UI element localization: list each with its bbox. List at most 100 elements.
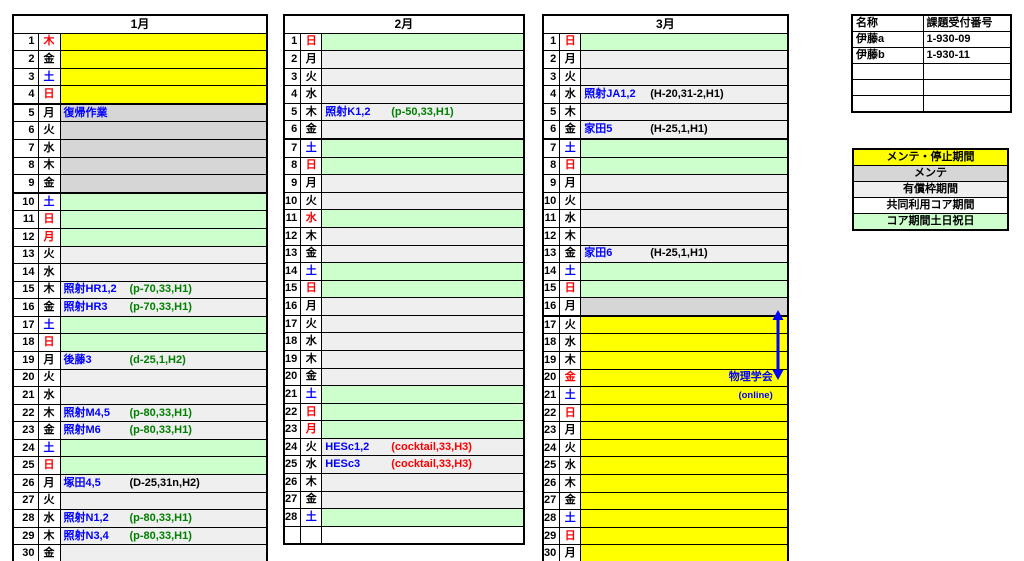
entry-cell[interactable] <box>322 86 524 104</box>
entry-cell[interactable] <box>581 510 788 528</box>
entry-cell[interactable] <box>581 68 788 86</box>
day-number-cell[interactable]: 26 <box>284 474 301 492</box>
entry-cell[interactable] <box>322 210 524 228</box>
day-number-cell[interactable]: 4 <box>543 86 560 104</box>
weekday-cell[interactable]: 木 <box>38 157 60 175</box>
weekday-cell[interactable]: 木 <box>301 474 322 492</box>
entry-cell[interactable]: HESc1,2(cocktail,33,H3) <box>322 438 524 456</box>
entry-cell[interactable] <box>581 404 788 422</box>
day-number-cell[interactable]: 14 <box>13 264 38 282</box>
day-number-cell[interactable]: 29 <box>543 527 560 545</box>
entry-cell[interactable] <box>60 68 267 86</box>
day-number-cell[interactable]: 3 <box>543 68 560 86</box>
weekday-cell[interactable]: 月 <box>38 104 60 122</box>
day-number-cell[interactable] <box>284 526 301 544</box>
day-number-cell[interactable]: 27 <box>543 492 560 510</box>
day-number-cell[interactable]: 5 <box>13 104 38 122</box>
weekday-cell[interactable]: 金 <box>301 491 322 509</box>
info-number-cell[interactable] <box>923 96 1011 113</box>
day-number-cell[interactable]: 18 <box>13 334 38 352</box>
weekday-cell[interactable]: 土 <box>38 439 60 457</box>
day-number-cell[interactable]: 22 <box>13 404 38 422</box>
entry-cell[interactable] <box>60 334 267 352</box>
weekday-cell[interactable]: 金 <box>301 368 322 386</box>
weekday-cell[interactable]: 水 <box>301 210 322 228</box>
entry-cell[interactable]: 照射HR1,2(p-70,33,H1) <box>60 281 267 299</box>
weekday-cell[interactable]: 月 <box>38 228 60 246</box>
weekday-cell[interactable]: 月 <box>560 422 581 440</box>
entry-cell[interactable] <box>60 228 267 246</box>
entry-cell[interactable] <box>322 139 524 157</box>
day-number-cell[interactable]: 17 <box>284 315 301 333</box>
day-number-cell[interactable]: 25 <box>284 456 301 474</box>
entry-cell[interactable] <box>60 86 267 104</box>
entry-cell[interactable] <box>581 227 788 245</box>
day-number-cell[interactable]: 27 <box>13 492 38 510</box>
entry-cell[interactable] <box>322 263 524 281</box>
weekday-cell[interactable]: 水 <box>301 456 322 474</box>
weekday-cell[interactable]: 日 <box>38 457 60 475</box>
weekday-cell[interactable]: 日 <box>301 157 322 175</box>
weekday-cell[interactable]: 木 <box>301 103 322 121</box>
entry-cell[interactable] <box>322 403 524 421</box>
day-number-cell[interactable]: 2 <box>284 51 301 69</box>
day-number-cell[interactable]: 23 <box>13 422 38 440</box>
weekday-cell[interactable]: 日 <box>38 334 60 352</box>
day-number-cell[interactable]: 16 <box>543 298 560 316</box>
day-number-cell[interactable]: 27 <box>284 491 301 509</box>
day-number-cell[interactable]: 18 <box>284 333 301 351</box>
info-number-cell[interactable]: 1-930-11 <box>923 48 1011 64</box>
day-number-cell[interactable]: 8 <box>543 157 560 175</box>
day-number-cell[interactable]: 29 <box>13 527 38 545</box>
entry-cell[interactable] <box>60 457 267 475</box>
entry-cell[interactable] <box>581 280 788 298</box>
entry-cell[interactable] <box>581 103 788 121</box>
day-number-cell[interactable]: 28 <box>284 509 301 527</box>
entry-cell[interactable] <box>581 439 788 457</box>
day-number-cell[interactable]: 20 <box>543 369 560 387</box>
day-number-cell[interactable]: 1 <box>13 33 38 51</box>
weekday-cell[interactable]: 土 <box>38 193 60 211</box>
weekday-cell[interactable]: 金 <box>38 51 60 69</box>
day-number-cell[interactable]: 16 <box>284 298 301 316</box>
day-number-cell[interactable]: 22 <box>284 403 301 421</box>
day-number-cell[interactable]: 21 <box>13 387 38 405</box>
weekday-cell[interactable]: 日 <box>560 33 581 51</box>
day-number-cell[interactable]: 15 <box>284 280 301 298</box>
legend-label[interactable]: 有償枠期間 <box>853 182 1008 198</box>
weekday-cell[interactable]: 火 <box>560 192 581 210</box>
entry-cell[interactable] <box>581 33 788 51</box>
weekday-cell[interactable]: 水 <box>38 140 60 158</box>
entry-cell[interactable] <box>581 334 788 352</box>
day-number-cell[interactable]: 15 <box>13 281 38 299</box>
weekday-cell[interactable]: 木 <box>38 281 60 299</box>
entry-cell[interactable] <box>322 245 524 263</box>
entry-cell[interactable] <box>322 68 524 86</box>
day-number-cell[interactable]: 11 <box>284 210 301 228</box>
entry-cell[interactable] <box>581 422 788 440</box>
weekday-cell[interactable]: 日 <box>560 157 581 175</box>
weekday-cell[interactable]: 火 <box>301 68 322 86</box>
day-number-cell[interactable]: 12 <box>543 227 560 245</box>
weekday-cell[interactable]: 火 <box>560 68 581 86</box>
day-number-cell[interactable]: 2 <box>543 51 560 69</box>
day-number-cell[interactable]: 7 <box>13 140 38 158</box>
day-number-cell[interactable]: 28 <box>543 510 560 528</box>
info-number-cell[interactable] <box>923 64 1011 80</box>
weekday-cell[interactable] <box>301 526 322 544</box>
day-number-cell[interactable]: 11 <box>13 211 38 229</box>
entry-cell[interactable] <box>322 33 524 51</box>
weekday-cell[interactable]: 土 <box>38 316 60 334</box>
weekday-cell[interactable]: 火 <box>560 316 581 334</box>
weekday-cell[interactable]: 月 <box>38 351 60 369</box>
entry-cell[interactable] <box>581 51 788 69</box>
day-number-cell[interactable]: 13 <box>543 245 560 263</box>
day-number-cell[interactable]: 4 <box>284 86 301 104</box>
info-name-cell[interactable] <box>852 80 923 96</box>
entry-cell[interactable]: 照射K1,2(p-50,33,H1) <box>322 103 524 121</box>
entry-cell[interactable] <box>322 280 524 298</box>
entry-cell[interactable] <box>581 351 788 369</box>
day-number-cell[interactable]: 23 <box>543 422 560 440</box>
day-number-cell[interactable]: 8 <box>284 157 301 175</box>
weekday-cell[interactable]: 日 <box>301 33 322 51</box>
